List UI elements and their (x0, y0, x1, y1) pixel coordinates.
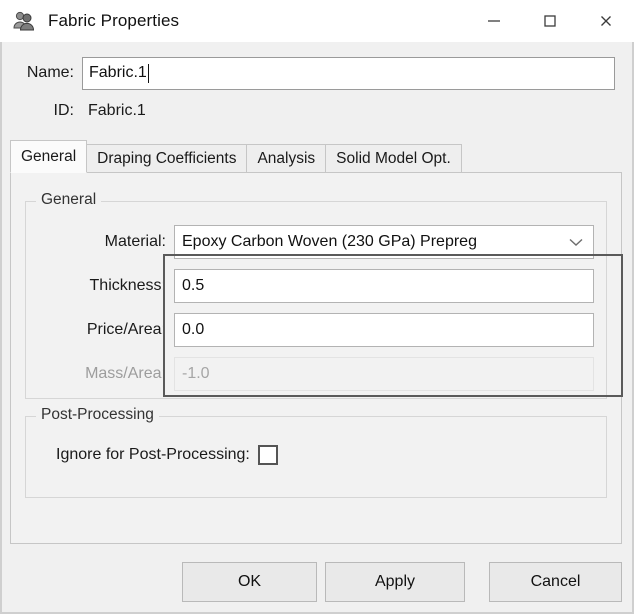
tab-draping-coefficients[interactable]: Draping Coefficients (86, 144, 247, 173)
material-label: Material: (26, 233, 174, 251)
tab-general[interactable]: General (10, 140, 87, 173)
apply-button[interactable]: Apply (325, 562, 465, 602)
name-input[interactable]: Fabric.1 (82, 57, 615, 90)
tab-solid-model-opt[interactable]: Solid Model Opt. (325, 144, 462, 173)
maximize-icon[interactable] (522, 0, 578, 42)
name-input-value: Fabric.1 (89, 64, 147, 82)
close-icon[interactable] (578, 0, 634, 42)
general-group-title: General (36, 191, 101, 209)
tab-analysis[interactable]: Analysis (246, 144, 326, 173)
tab-bar: General Draping Coefficients Analysis So… (10, 140, 622, 173)
thickness-input[interactable]: 0.5 (174, 269, 594, 303)
ignore-post-processing-row: Ignore for Post-Processing: (56, 445, 278, 465)
window-title: Fabric Properties (48, 11, 179, 31)
title-bar: Fabric Properties (0, 0, 634, 43)
name-label: Name: (2, 64, 82, 82)
price-area-label: Price/Area: (26, 321, 174, 339)
text-caret (148, 64, 149, 83)
price-area-input[interactable]: 0.0 (174, 313, 594, 347)
general-group: General Material: Epoxy Carbon Woven (23… (25, 201, 607, 399)
ok-button[interactable]: OK (182, 562, 317, 602)
thickness-value: 0.5 (182, 277, 204, 295)
ignore-post-processing-checkbox[interactable] (258, 445, 278, 465)
mass-area-input: -1.0 (174, 357, 594, 391)
id-row: ID: Fabric.1 (2, 98, 634, 124)
post-processing-group: Post-Processing Ignore for Post-Processi… (25, 416, 607, 498)
fabric-properties-dialog: Fabric Properties Name: Fabric.1 ID: Fab… (0, 0, 634, 614)
id-value: Fabric.1 (82, 102, 146, 120)
mass-area-value: -1.0 (182, 365, 210, 383)
chevron-down-icon (569, 235, 583, 249)
tab-panel-general: General Material: Epoxy Carbon Woven (23… (10, 172, 622, 544)
minimize-icon[interactable] (466, 0, 522, 42)
material-value: Epoxy Carbon Woven (230 GPa) Prepreg (182, 233, 477, 251)
dialog-body: Name: Fabric.1 ID: Fabric.1 General Drap… (0, 42, 634, 614)
price-area-value: 0.0 (182, 321, 204, 339)
fabric-people-icon (12, 9, 36, 33)
mass-area-row: Mass/Area: -1.0 (26, 354, 608, 394)
mass-area-label: Mass/Area: (26, 365, 174, 383)
material-dropdown[interactable]: Epoxy Carbon Woven (230 GPa) Prepreg (174, 225, 594, 259)
name-row: Name: Fabric.1 (2, 56, 634, 90)
window-controls (466, 0, 634, 42)
ignore-post-processing-label: Ignore for Post-Processing: (56, 446, 250, 464)
price-area-row: Price/Area: 0.0 (26, 310, 608, 350)
post-processing-group-title: Post-Processing (36, 406, 159, 424)
cancel-button[interactable]: Cancel (489, 562, 622, 602)
material-row: Material: Epoxy Carbon Woven (230 GPa) P… (26, 222, 608, 262)
dialog-footer: OK Apply Cancel (2, 552, 632, 612)
id-label: ID: (2, 102, 82, 120)
thickness-label: Thickness: (26, 277, 174, 295)
thickness-row: Thickness: 0.5 (26, 266, 608, 306)
